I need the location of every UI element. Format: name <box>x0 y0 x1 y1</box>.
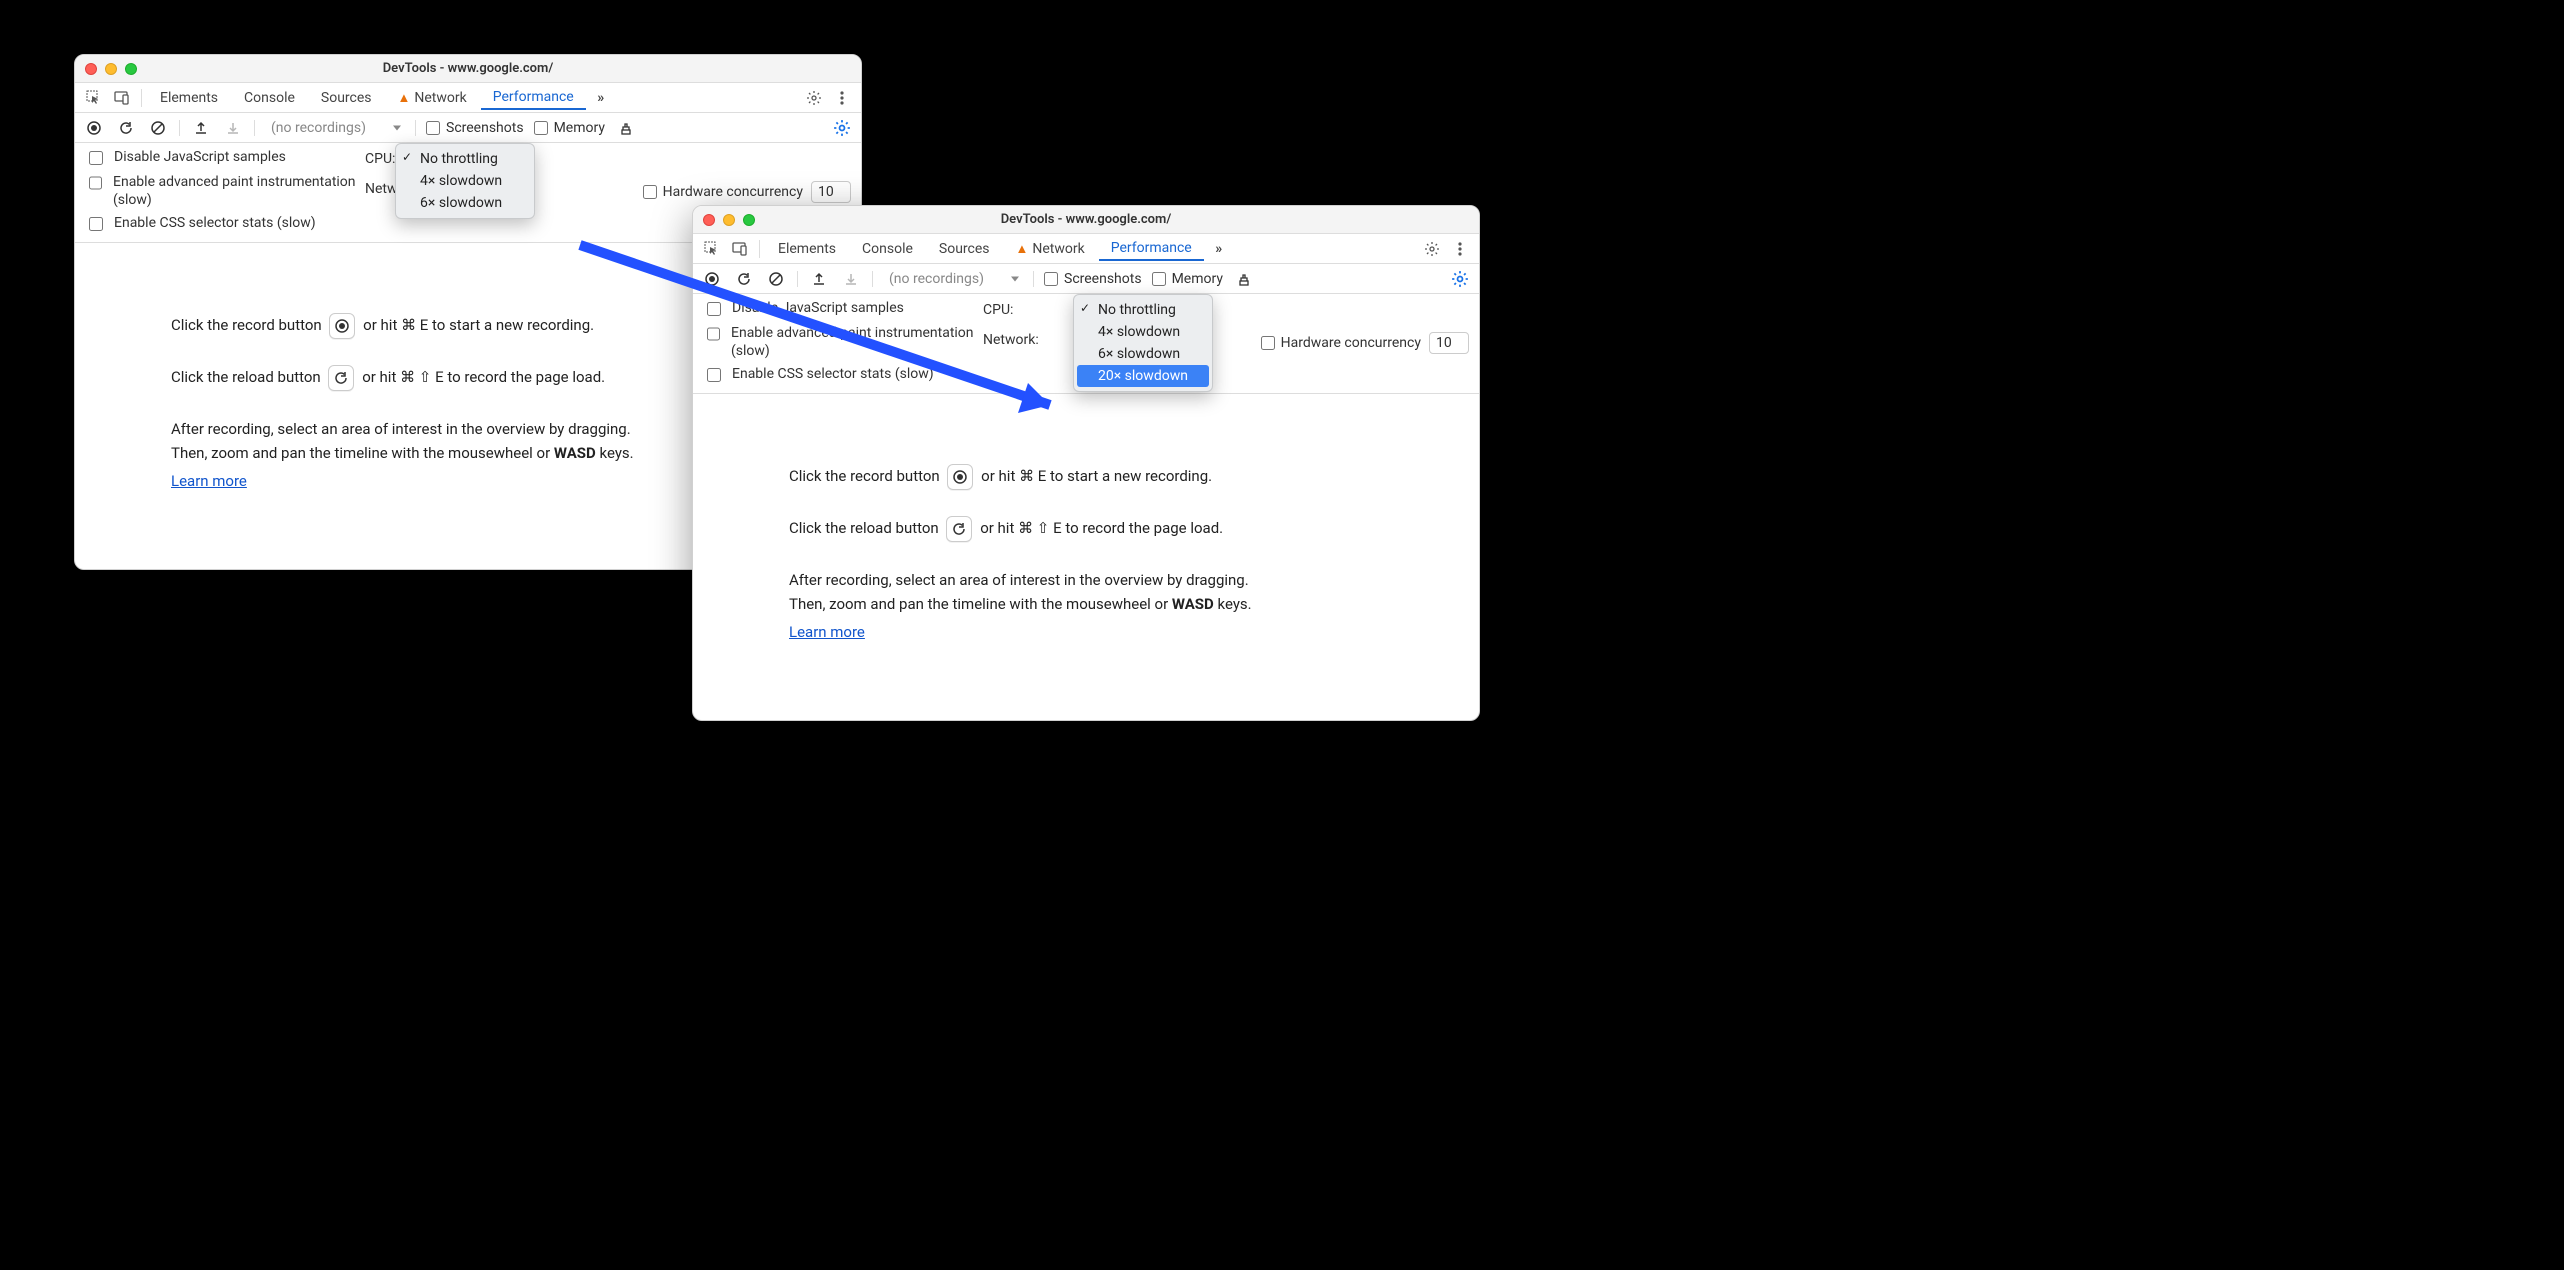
cpu-option-6x[interactable]: 6× slowdown <box>1074 343 1212 365</box>
reload-button[interactable] <box>328 365 354 391</box>
tab-performance[interactable]: Performance <box>481 85 586 110</box>
device-toggle-icon[interactable] <box>109 85 135 111</box>
tab-performance[interactable]: Performance <box>1099 236 1204 261</box>
hw-concurrency-input[interactable]: 10 <box>811 181 851 203</box>
record-button[interactable] <box>329 313 355 339</box>
advanced-paint-checkbox[interactable]: Enable advanced paint instrumentation (s… <box>703 325 983 360</box>
warning-icon: ▲ <box>398 91 411 106</box>
tab-network[interactable]: ▲Network <box>386 86 479 110</box>
hw-concurrency-input[interactable]: 10 <box>1429 332 1469 354</box>
screenshots-checkbox[interactable]: Screenshots <box>1044 271 1142 287</box>
disable-js-checkbox[interactable]: Disable JavaScript samples <box>85 149 365 168</box>
network-label: Network: <box>983 332 1039 348</box>
gc-icon[interactable] <box>615 117 637 139</box>
cpu-label: CPU: <box>983 302 1039 318</box>
inspect-icon[interactable] <box>699 236 725 262</box>
cpu-option-20x[interactable]: 20× slowdown <box>1077 365 1209 387</box>
reload-icon[interactable] <box>115 117 137 139</box>
tab-elements[interactable]: Elements <box>148 86 230 110</box>
main-tabs: Elements Console Sources ▲Network Perfor… <box>75 83 861 113</box>
capture-settings-gear-icon[interactable] <box>831 117 853 139</box>
recordings-select[interactable]: (no recordings) <box>265 118 405 138</box>
upload-icon[interactable] <box>808 268 830 290</box>
learn-more-link[interactable]: Learn more <box>789 620 865 644</box>
cpu-option-4x[interactable]: 4× slowdown <box>1074 321 1212 343</box>
settings-gear-icon[interactable] <box>801 85 827 111</box>
device-toggle-icon[interactable] <box>727 236 753 262</box>
settings-gear-icon[interactable] <box>1419 236 1445 262</box>
clear-icon[interactable] <box>765 268 787 290</box>
titlebar: DevTools - www.google.com/ <box>75 55 861 83</box>
instructions: Click the record button or hit ⌘ E to st… <box>693 394 1479 720</box>
perf-toolbar: (no recordings) Screenshots Memory <box>75 113 861 143</box>
more-tabs-icon[interactable]: » <box>588 85 614 111</box>
warning-icon: ▲ <box>1016 242 1029 257</box>
cpu-option-4x[interactable]: 4× slowdown <box>396 170 534 192</box>
clear-icon[interactable] <box>147 117 169 139</box>
css-selector-checkbox[interactable]: Enable CSS selector stats (slow) <box>703 366 983 385</box>
cpu-option-no-throttling[interactable]: No throttling <box>1074 299 1212 321</box>
gc-icon[interactable] <box>1233 268 1255 290</box>
cpu-throttling-dropdown[interactable]: No throttling 4× slowdown 6× slowdown 20… <box>1073 294 1213 392</box>
kebab-menu-icon[interactable] <box>1447 236 1473 262</box>
learn-more-link[interactable]: Learn more <box>171 469 247 493</box>
download-icon[interactable] <box>840 268 862 290</box>
cpu-option-no-throttling[interactable]: No throttling <box>396 148 534 170</box>
kebab-menu-icon[interactable] <box>829 85 855 111</box>
tab-sources[interactable]: Sources <box>927 237 1002 261</box>
tab-network[interactable]: ▲Network <box>1004 237 1097 261</box>
cpu-option-6x[interactable]: 6× slowdown <box>396 192 534 214</box>
devtools-window-after: DevTools - www.google.com/ Elements Cons… <box>692 205 1480 721</box>
tab-sources[interactable]: Sources <box>309 86 384 110</box>
hw-concurrency-checkbox[interactable]: Hardware concurrency <box>1261 335 1421 351</box>
recordings-select[interactable]: (no recordings) <box>883 269 1023 289</box>
disable-js-checkbox[interactable]: Disable JavaScript samples <box>703 300 983 319</box>
memory-checkbox[interactable]: Memory <box>1152 271 1223 287</box>
reload-icon[interactable] <box>733 268 755 290</box>
capture-settings-gear-icon[interactable] <box>1449 268 1471 290</box>
main-tabs: Elements Console Sources ▲Network Perfor… <box>693 234 1479 264</box>
capture-settings: Disable JavaScript samples Enable advanc… <box>693 294 1479 394</box>
window-title: DevTools - www.google.com/ <box>75 61 861 76</box>
css-selector-checkbox[interactable]: Enable CSS selector stats (slow) <box>85 215 365 234</box>
cpu-throttling-dropdown[interactable]: No throttling 4× slowdown 6× slowdown <box>395 143 535 219</box>
download-icon[interactable] <box>222 117 244 139</box>
tab-console[interactable]: Console <box>850 237 925 261</box>
record-button[interactable] <box>947 464 973 490</box>
memory-checkbox[interactable]: Memory <box>534 120 605 136</box>
screenshots-checkbox[interactable]: Screenshots <box>426 120 524 136</box>
tab-elements[interactable]: Elements <box>766 237 848 261</box>
more-tabs-icon[interactable]: » <box>1206 236 1232 262</box>
record-icon[interactable] <box>83 117 105 139</box>
reload-button[interactable] <box>946 516 972 542</box>
upload-icon[interactable] <box>190 117 212 139</box>
record-icon[interactable] <box>701 268 723 290</box>
titlebar: DevTools - www.google.com/ <box>693 206 1479 234</box>
perf-toolbar: (no recordings) Screenshots Memory <box>693 264 1479 294</box>
advanced-paint-checkbox[interactable]: Enable advanced paint instrumentation (s… <box>85 174 365 209</box>
tab-console[interactable]: Console <box>232 86 307 110</box>
window-title: DevTools - www.google.com/ <box>693 212 1479 227</box>
hw-concurrency-checkbox[interactable]: Hardware concurrency <box>643 184 803 200</box>
inspect-icon[interactable] <box>81 85 107 111</box>
